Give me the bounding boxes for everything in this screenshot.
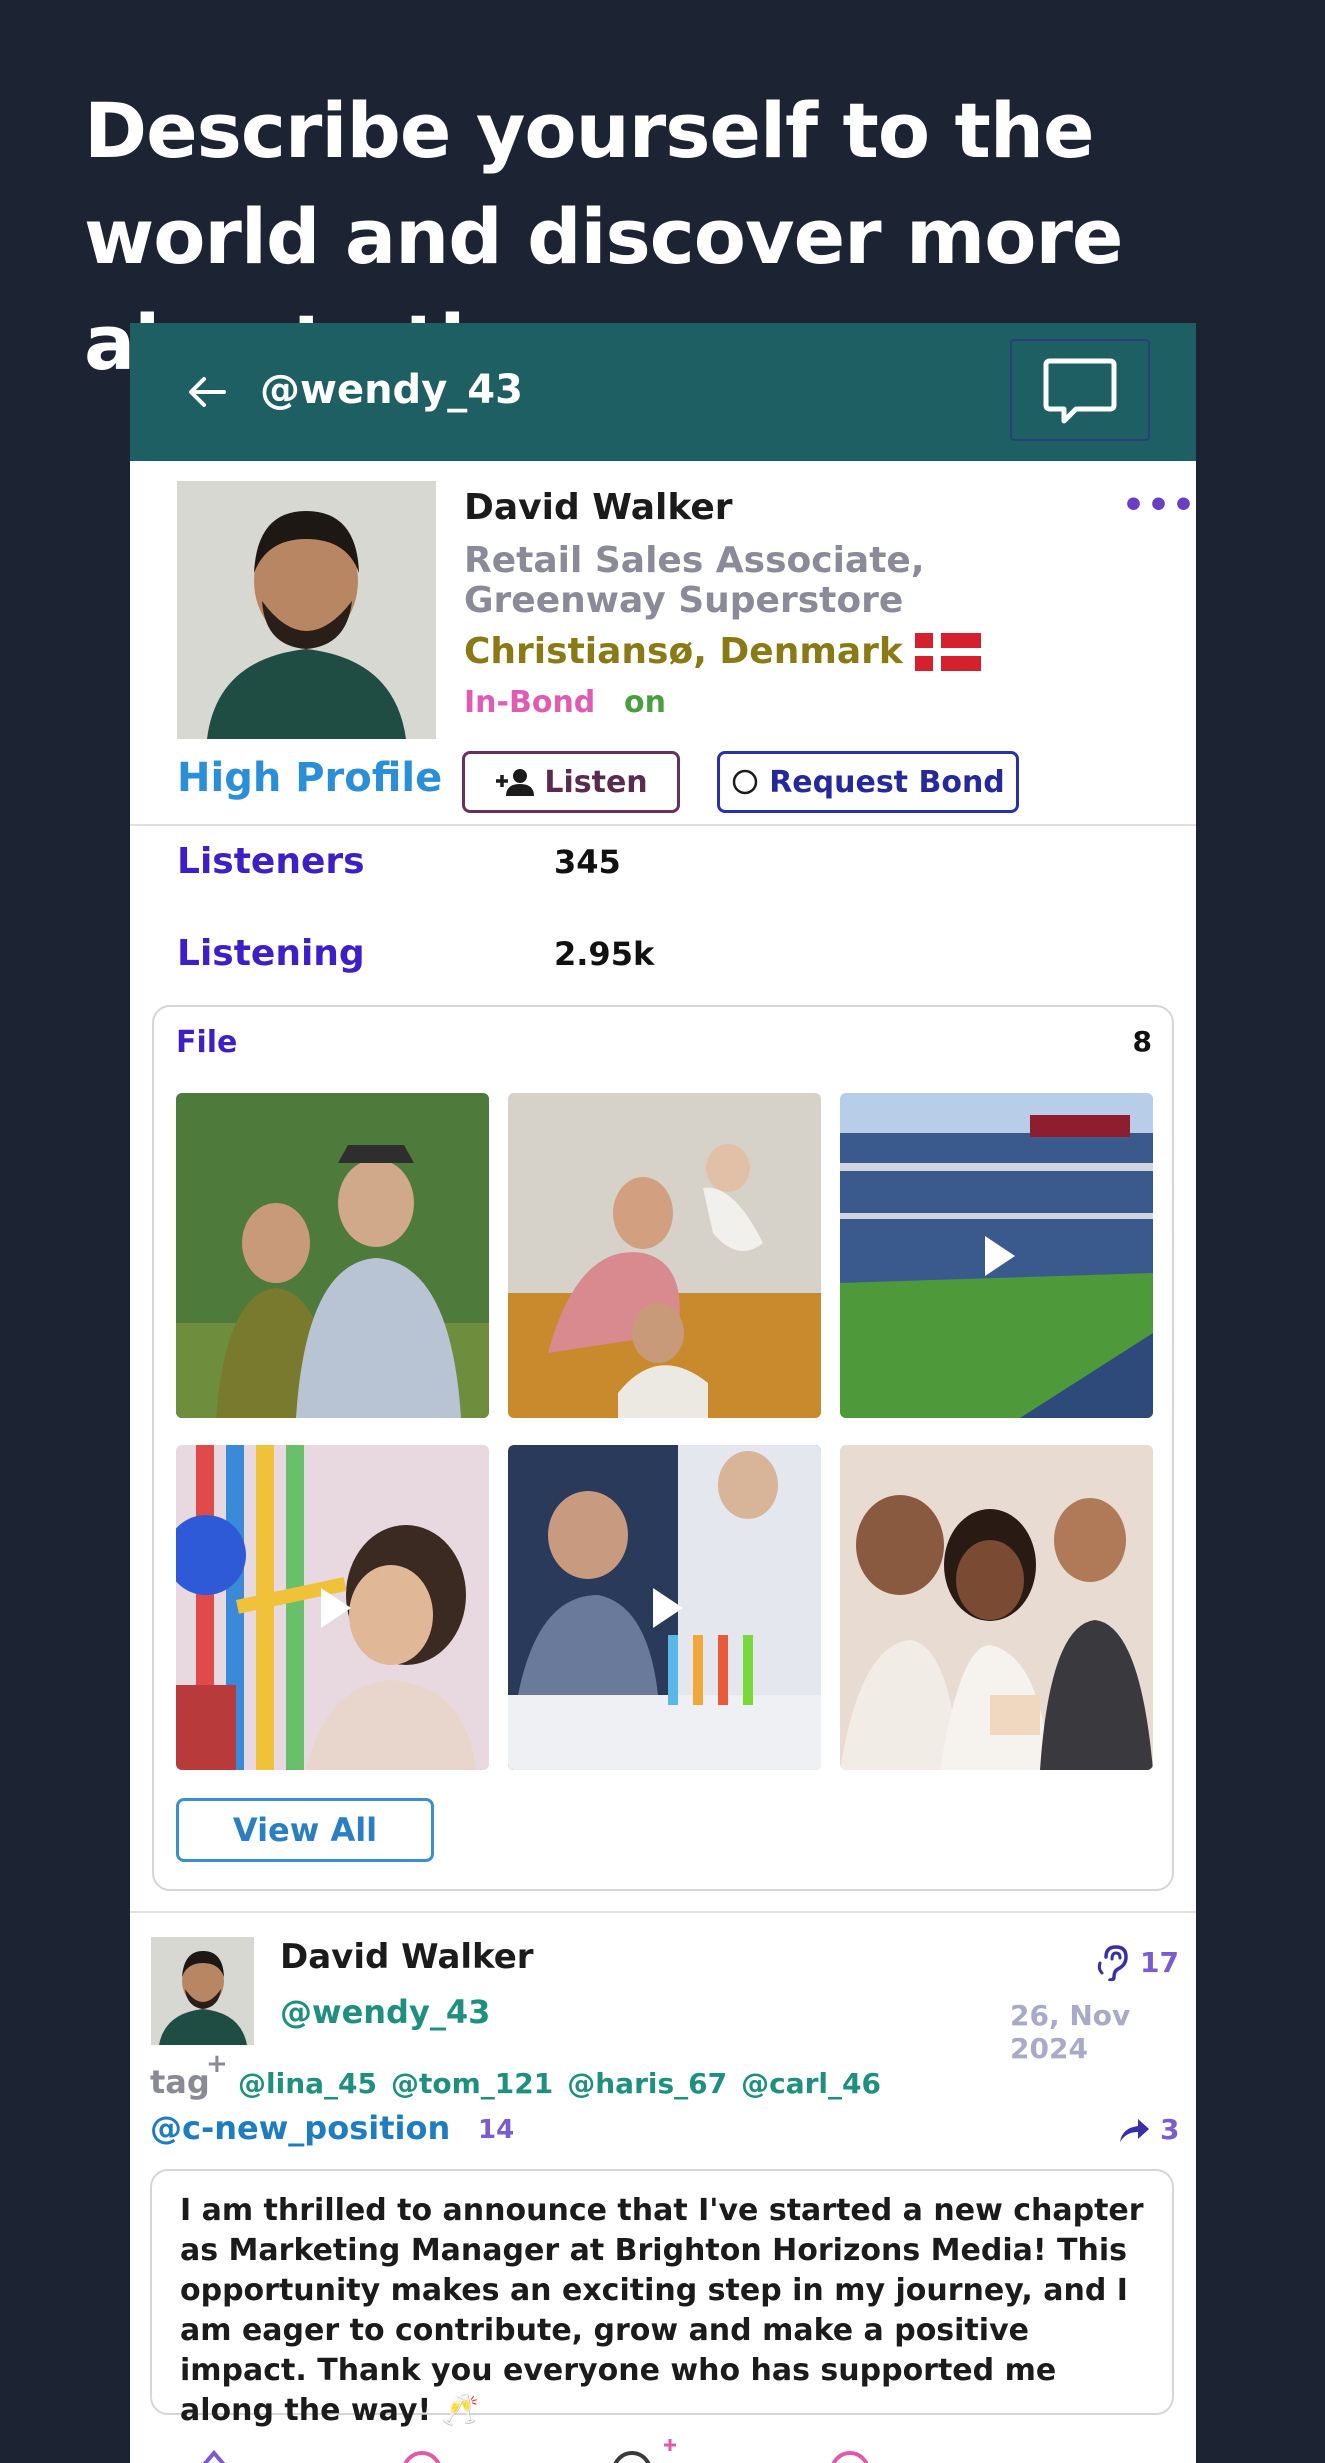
profile-tier: High Profile	[177, 755, 443, 801]
tag-label: tag	[150, 2063, 210, 2101]
post-author-handle[interactable]: @wendy_43	[280, 1993, 490, 2031]
profile-avatar	[177, 481, 436, 739]
request-bond-button[interactable]: Request Bond	[717, 751, 1019, 813]
file-thumb-2[interactable]	[508, 1093, 821, 1418]
request-bond-label: Request Bond	[769, 764, 1005, 800]
listening-label[interactable]: Listening	[177, 933, 365, 974]
comment-icon	[403, 2451, 441, 2463]
divider	[130, 1911, 1196, 1913]
share-control[interactable]: 3	[1118, 2113, 1179, 2146]
file-thumb-3[interactable]	[840, 1093, 1153, 1418]
listen-button[interactable]: Listen	[462, 751, 680, 813]
profile-role: Retail Sales Associate, Greenway Superst…	[464, 540, 925, 621]
ear-icon	[1097, 1945, 1128, 1981]
post-date: 26, Nov 2024	[1010, 1999, 1131, 2065]
share-count: 3	[1160, 2113, 1180, 2146]
tag-item[interactable]: @lina_45	[238, 2067, 377, 2100]
chat-bubble-icon	[1043, 358, 1117, 424]
profile-handle: @wendy_43	[260, 367, 523, 413]
play-icon	[984, 1235, 1015, 1276]
circle-icon	[732, 769, 758, 795]
post-body: I am thrilled to announce that I've star…	[150, 2169, 1174, 2428]
back-arrow-icon[interactable]	[180, 365, 234, 419]
top-bar: @wendy_43	[130, 323, 1196, 461]
tag-plus-icon[interactable]: +	[206, 2049, 228, 2079]
file-section: File 8 View All	[152, 1005, 1174, 1891]
bond-state: on	[624, 685, 666, 720]
post-author-name[interactable]: David Walker	[280, 1937, 534, 1977]
listeners-label[interactable]: Listeners	[177, 841, 365, 882]
file-thumb-6[interactable]	[840, 1445, 1153, 1770]
tag-item[interactable]: @carl_46	[741, 2067, 881, 2100]
file-thumb-1[interactable]	[176, 1093, 489, 1418]
divider	[130, 824, 1196, 826]
listen-label: Listen	[544, 764, 648, 800]
profile-screen: @wendy_43 David Walker ••• Retail Sales …	[130, 323, 1196, 2463]
chat-button[interactable]	[1010, 339, 1150, 441]
channel-count: 14	[478, 2115, 515, 2145]
more-dots-icon[interactable]: •••	[1122, 485, 1196, 526]
like-icon	[202, 2449, 226, 2463]
file-thumb-5[interactable]	[508, 1445, 821, 1770]
file-thumb-4[interactable]	[176, 1445, 489, 1770]
add-icon	[664, 2439, 676, 2451]
file-title: File	[176, 1025, 238, 1060]
profile-name: David Walker	[464, 487, 733, 528]
listening-value: 2.95k	[554, 935, 655, 973]
mention-icon	[613, 2451, 651, 2463]
file-count: 8	[1132, 1025, 1152, 1058]
add-person-icon	[496, 769, 535, 796]
bond-status: In-Bond	[464, 685, 596, 720]
play-icon	[320, 1587, 351, 1628]
listen-count-value: 17	[1140, 1945, 1179, 1979]
denmark-flag-icon	[914, 632, 981, 671]
tag-list: @lina_45 @tom_121 @haris_67 @carl_46	[238, 2067, 881, 2100]
location-text: Christiansø, Denmark	[464, 631, 903, 672]
post-avatar[interactable]	[151, 1937, 254, 2045]
profile-location: Christiansø, Denmark	[464, 631, 981, 672]
tag-item[interactable]: @tom_121	[391, 2067, 553, 2100]
play-icon	[652, 1587, 683, 1628]
post-channel[interactable]: @c-new_position	[150, 2109, 450, 2147]
tag-item[interactable]: @haris_67	[567, 2067, 727, 2100]
post-action-icons[interactable]	[130, 2427, 1196, 2463]
view-all-button[interactable]: View All	[176, 1798, 434, 1862]
post-listen-count[interactable]: 17	[1096, 1943, 1179, 1981]
listeners-value: 345	[554, 843, 621, 881]
save-icon	[831, 2451, 869, 2463]
share-arrow-icon	[1120, 2118, 1149, 2142]
